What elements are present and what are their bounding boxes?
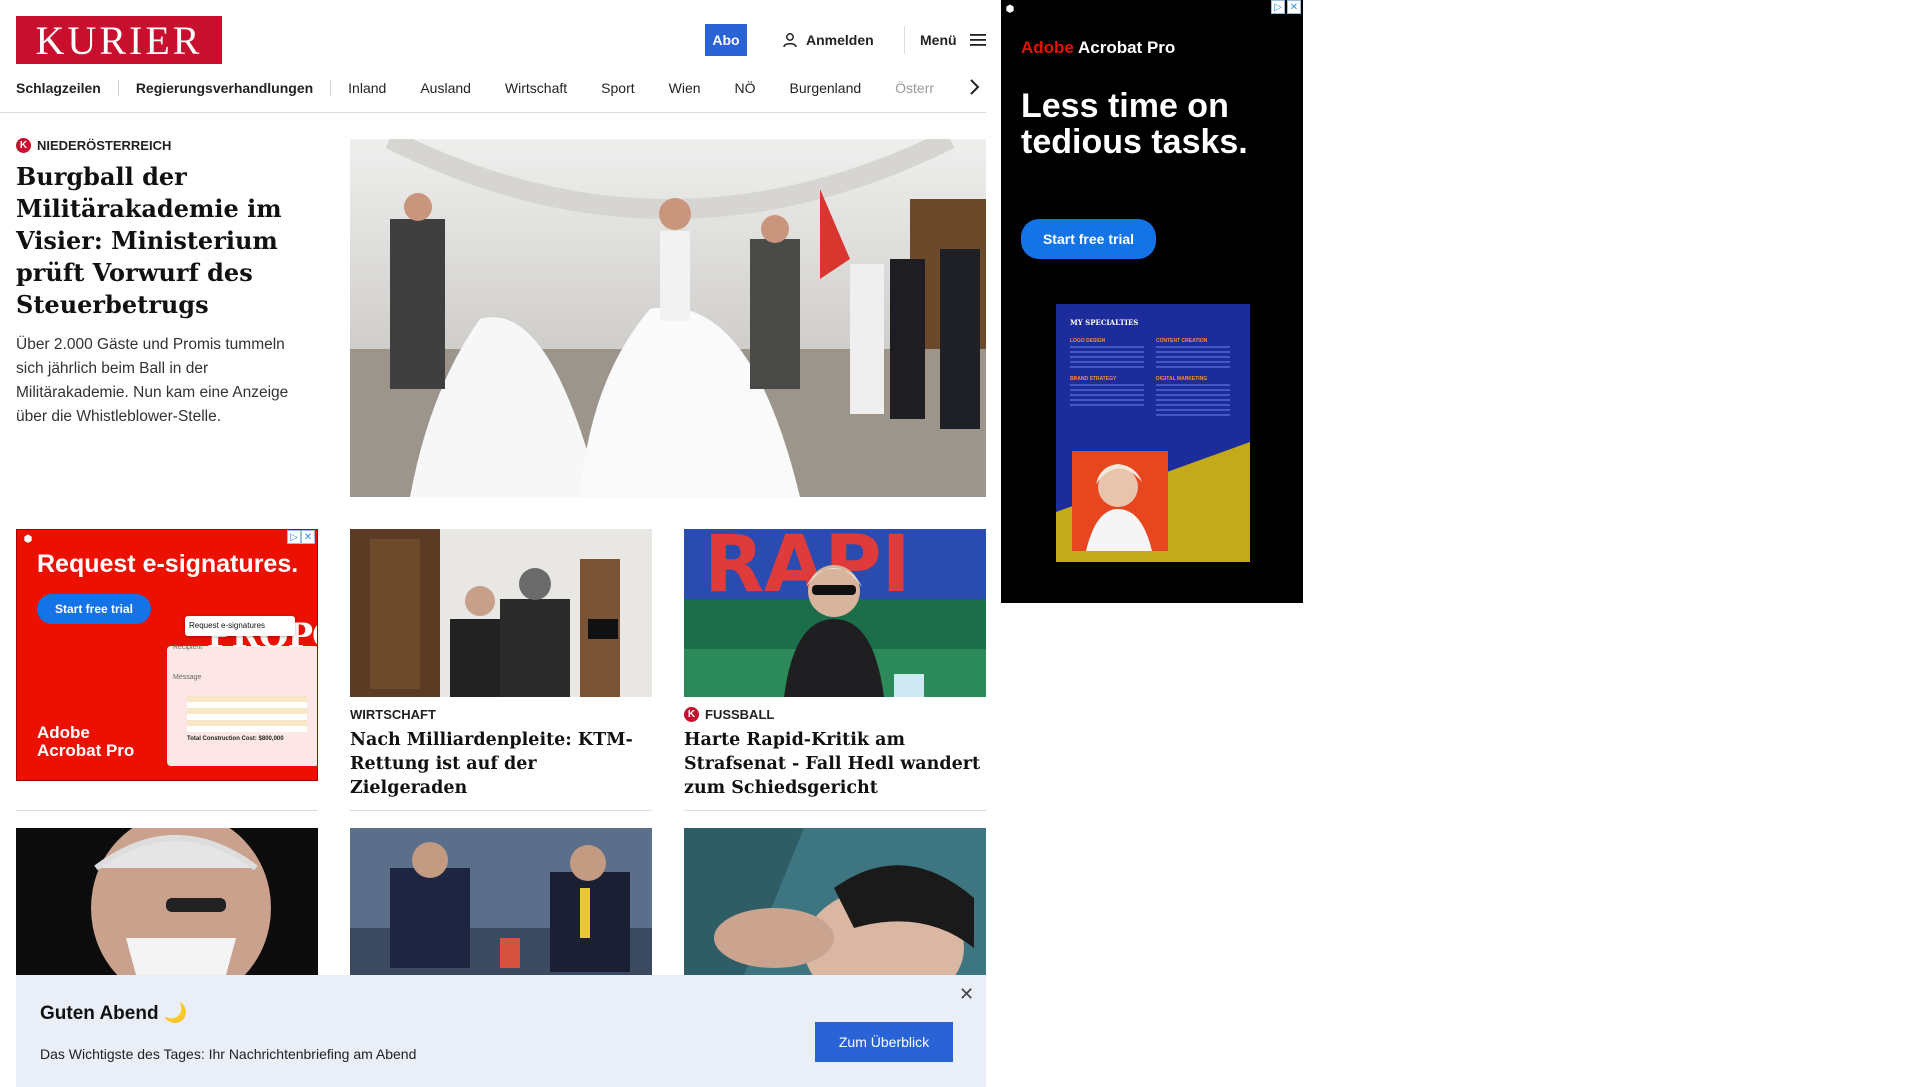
ad-close-icon[interactable]: ✕ <box>301 530 315 544</box>
card-divider <box>16 810 318 811</box>
hero-headline[interactable]: Burgball der Militärakademie im Visier: … <box>16 161 316 321</box>
hero-kicker: K NIEDERÖSTERREICH <box>16 138 316 153</box>
card-rapid-headline[interactable]: Harte Rapid-Kritik am Strafsenat - Fall … <box>684 728 986 800</box>
menu-button[interactable]: Menü <box>920 28 987 52</box>
ad-doc-label: Request e-signatures <box>185 616 295 636</box>
card-rapid-kicker: K FUSSBALL <box>684 707 986 722</box>
ad-doc-mock: PROPOSAL Request e-signatures Recipient … <box>167 616 317 766</box>
nav-item-schlagzeilen[interactable]: Schlagzeilen <box>16 80 118 96</box>
ad-right-trial-button[interactable]: Start free trial <box>1021 219 1156 259</box>
login-button[interactable]: Anmelden <box>782 28 874 52</box>
ad-doc-recipient: Recipient <box>173 644 203 651</box>
banner-title: Guten Abend 🌙 <box>40 1003 188 1024</box>
nav-item-oesterreich[interactable]: Österr <box>878 80 951 96</box>
header-divider <box>904 26 905 54</box>
ad-right-brand-product: Acrobat Pro <box>1073 38 1176 57</box>
nav-item-regierungsverhandlungen[interactable]: Regierungsverhandlungen <box>119 80 330 96</box>
menu-label: Menü <box>920 32 957 48</box>
poster-artwork <box>1056 442 1250 562</box>
adobe-ad-skyscraper[interactable]: ⬢ ▷ ✕ Adobe Acrobat Pro Less time on ted… <box>1001 0 1303 603</box>
card-divider <box>684 810 986 811</box>
header-rule <box>0 112 986 113</box>
ad-right-headline: Less time on tedious tasks. <box>1021 87 1248 161</box>
card-mask-image[interactable] <box>16 828 318 975</box>
ad-right-brand: Adobe Acrobat Pro <box>1021 38 1175 58</box>
adchoices-badge-icon: ⬢ <box>23 533 33 545</box>
card-rapid[interactable]: K FUSSBALL Harte Rapid-Kritik am Strafse… <box>684 707 986 800</box>
woman-photo <box>684 828 986 975</box>
adchoices-badge-icon: ⬢ <box>1005 3 1015 15</box>
kurier-badge-icon: K <box>684 707 699 722</box>
mask-photo <box>16 828 318 975</box>
card-woman-image[interactable] <box>684 828 986 975</box>
kurier-logo[interactable]: KURIER <box>16 16 222 64</box>
ad-right-brand-adobe: Adobe <box>1021 38 1074 57</box>
card-ktm[interactable]: WIRTSCHAFT Nach Milliardenpleite: KTM-Re… <box>350 707 652 800</box>
nav-item-ausland[interactable]: Ausland <box>403 80 488 96</box>
card-politicians-image[interactable] <box>350 828 652 975</box>
hero-kicker-label: NIEDERÖSTERREICH <box>37 138 172 153</box>
ad-doc-total: Total Construction Cost: $800,000 <box>187 736 284 742</box>
user-icon <box>783 33 797 48</box>
overview-button[interactable]: Zum Überblick <box>815 1022 953 1062</box>
card-rapid-image[interactable]: RAPI <box>684 529 986 697</box>
evening-briefing-banner: Guten Abend 🌙 Das Wichtigste des Tages: … <box>16 975 986 1087</box>
ball-photo <box>350 139 986 497</box>
nav-item-inland[interactable]: Inland <box>331 80 403 96</box>
hero-teaser: Über 2.000 Gäste und Promis tummeln sich… <box>16 336 289 425</box>
rapid-photo: RAPI <box>684 529 986 697</box>
card-ktm-kicker: WIRTSCHAFT <box>350 707 652 722</box>
ad-small-trial-button[interactable]: Start free trial <box>37 594 151 624</box>
abo-button[interactable]: Abo <box>705 24 747 56</box>
kurier-badge-icon: K <box>16 138 31 153</box>
politicians-photo <box>350 828 652 975</box>
ad-small-brand-line2: Acrobat Pro <box>37 741 135 760</box>
ad-small-brand-line1: Adobe <box>37 723 90 742</box>
nav-item-wirtschaft[interactable]: Wirtschaft <box>488 80 584 96</box>
card-divider <box>350 810 652 811</box>
hero-article[interactable]: K NIEDERÖSTERREICH Burgball der Militära… <box>16 138 316 429</box>
banner-close-icon[interactable]: ✕ <box>959 984 974 1005</box>
card-rapid-kicker-label: FUSSBALL <box>705 707 775 722</box>
card-ktm-kicker-label: WIRTSCHAFT <box>350 707 436 722</box>
nav-item-wien[interactable]: Wien <box>652 80 718 96</box>
svg-text:RAPI: RAPI <box>704 529 911 610</box>
ad-small-headline: Request e-signatures. <box>37 550 299 578</box>
main-nav: Schlagzeilen Regierungsverhandlungen Inl… <box>16 78 986 98</box>
banner-subtitle: Das Wichtigste des Tages: Ihr Nachrichte… <box>40 1046 417 1062</box>
adchoices-icon[interactable]: ▷ <box>1271 0 1285 14</box>
nav-item-sport[interactable]: Sport <box>584 80 651 96</box>
ad-doc-message: Message <box>173 674 202 681</box>
ktm-photo <box>350 529 652 697</box>
nav-item-noe[interactable]: NÖ <box>718 80 773 96</box>
hamburger-icon <box>969 34 986 46</box>
ad-small-brand: Adobe Acrobat Pro <box>37 724 134 760</box>
adchoices-icon[interactable]: ▷ <box>287 530 301 544</box>
card-ktm-headline[interactable]: Nach Milliardenpleite: KTM-Rettung ist a… <box>350 728 652 800</box>
ad-close-icon[interactable]: ✕ <box>1287 0 1301 14</box>
nav-item-burgenland[interactable]: Burgenland <box>773 80 879 96</box>
hero-image[interactable] <box>350 139 986 497</box>
nav-scroll-right-icon[interactable] <box>968 78 980 96</box>
adobe-ad-small[interactable]: ⬢ ▷ ✕ Request e-signatures. Start free t… <box>16 529 318 781</box>
ad-right-poster: MY SPECIALTIES LOGO DESIGN CONTENT CREAT… <box>1056 304 1250 562</box>
login-label: Anmelden <box>806 32 874 48</box>
card-ktm-image[interactable] <box>350 529 652 697</box>
